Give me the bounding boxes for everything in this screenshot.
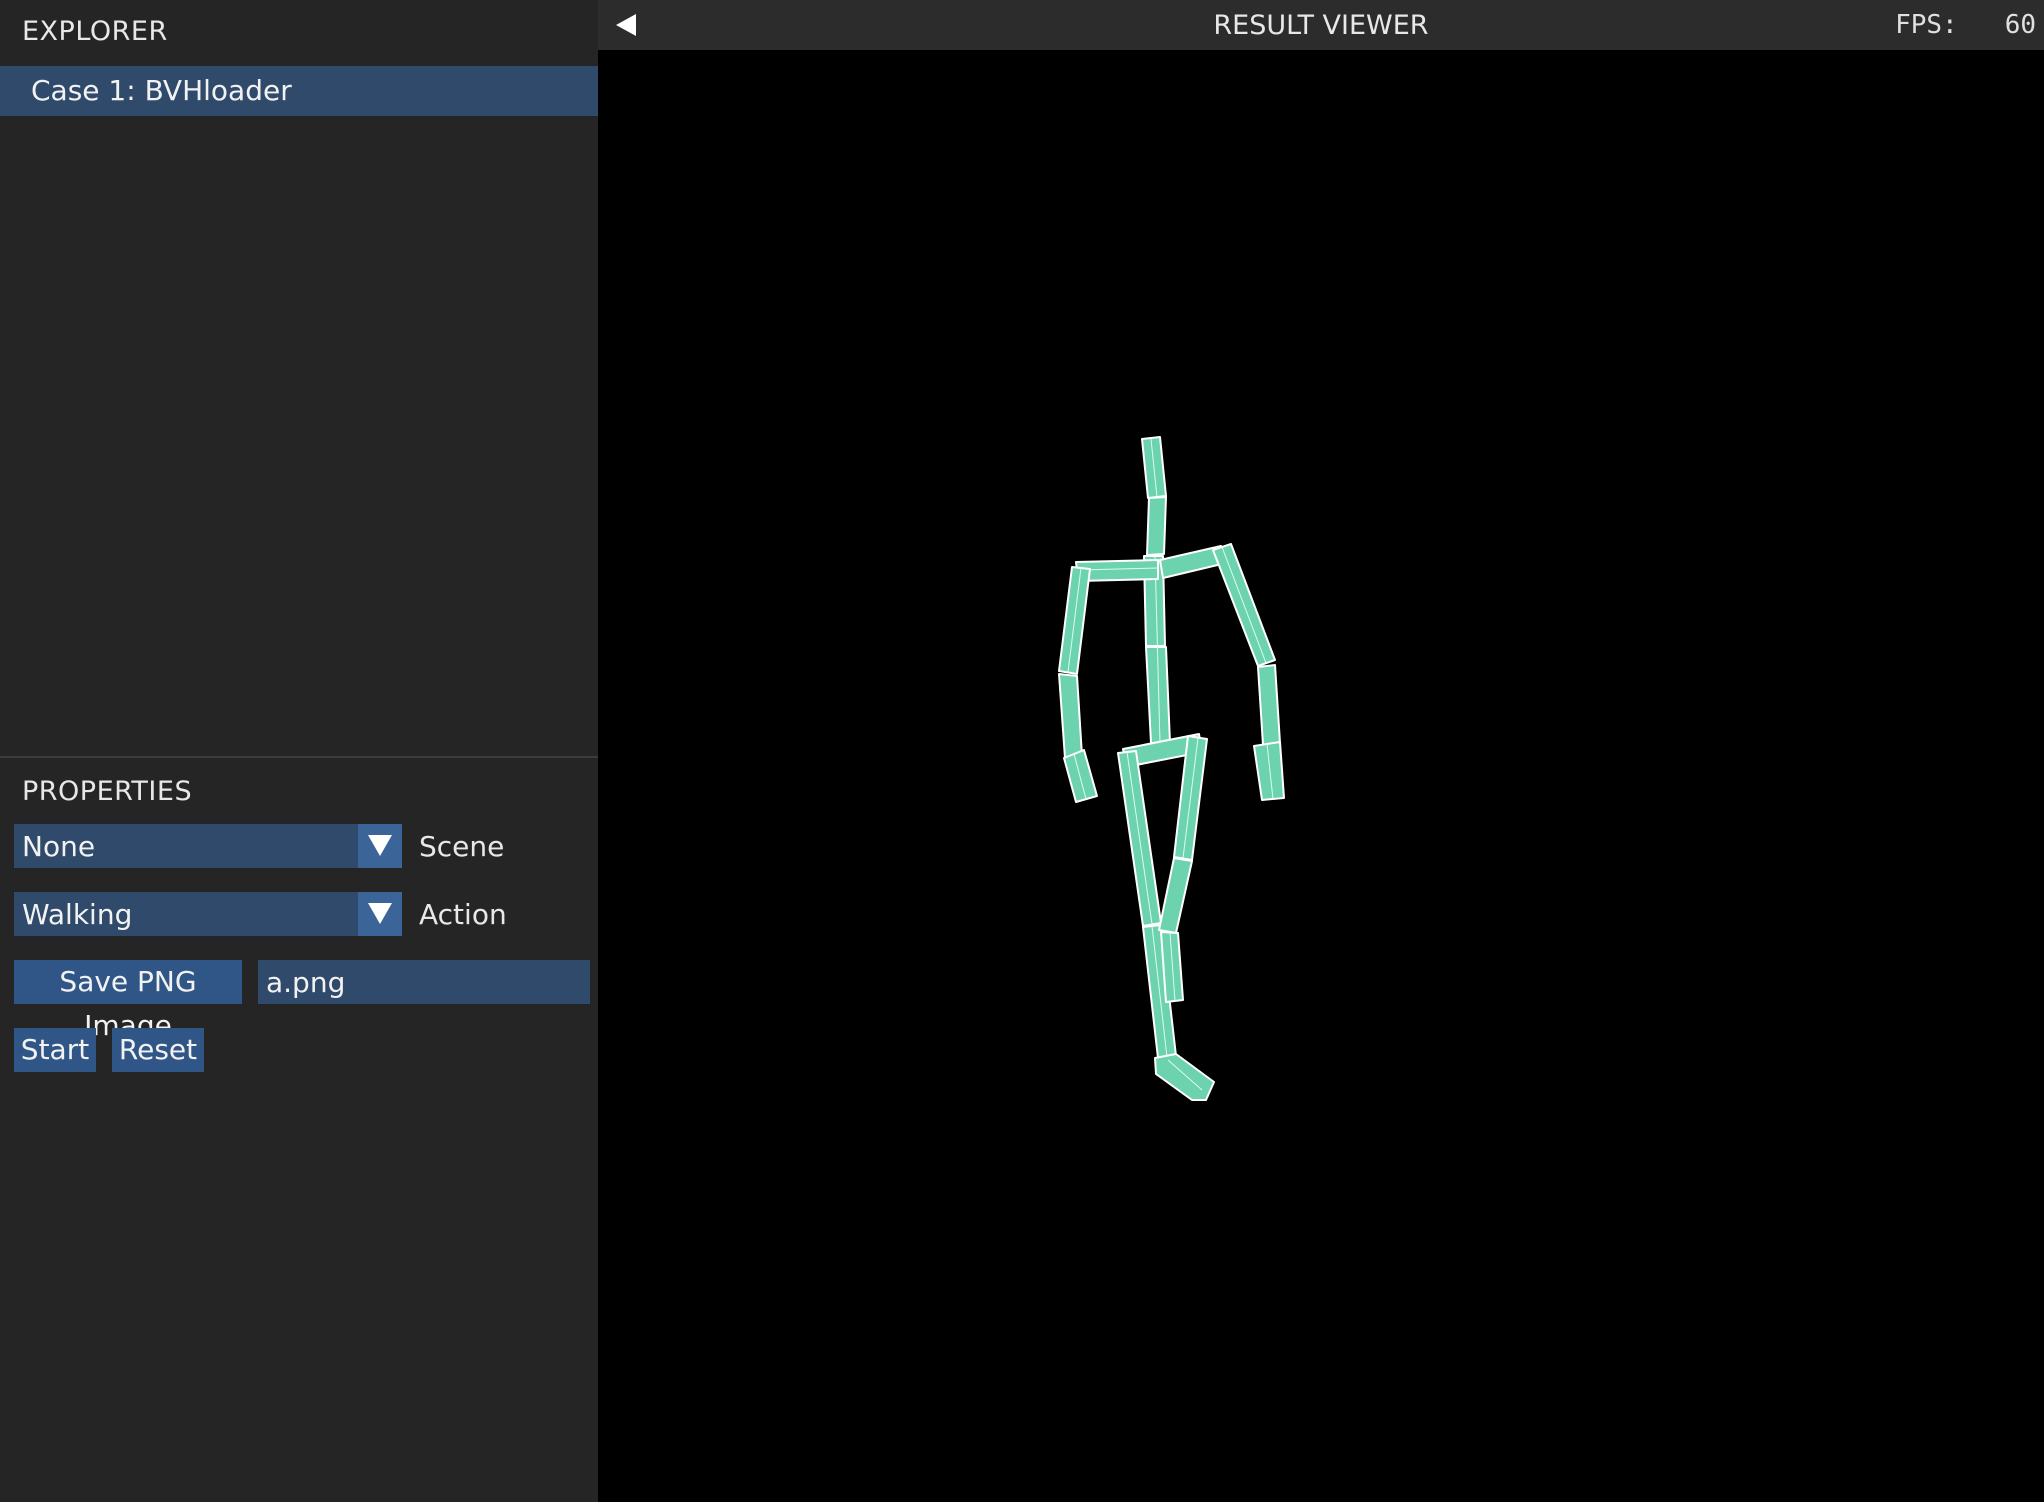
bone-hand-right	[1253, 741, 1285, 801]
triangle-down-icon	[368, 835, 392, 856]
action-dropdown[interactable]: Walking	[14, 892, 402, 936]
viewer-header: RESULT VIEWER FPS: 60	[598, 0, 2044, 50]
explorer-item-case-1[interactable]: Case 1: BVHloader	[0, 66, 598, 116]
viewer-title: RESULT VIEWER	[1213, 10, 1429, 41]
bone-foot-left	[1154, 1053, 1215, 1101]
collapse-panel-button[interactable]	[614, 12, 638, 38]
reset-button[interactable]: Reset	[112, 1028, 204, 1072]
triangle-left-icon	[616, 14, 636, 36]
filename-input[interactable]	[258, 960, 590, 1004]
explorer-item-label: Case 1: BVHloader	[31, 74, 292, 107]
fps-label: FPS:	[1895, 10, 1958, 40]
action-dropdown-value: Walking	[22, 898, 133, 931]
panel-divider[interactable]	[0, 756, 598, 758]
left-panel: EXPLORER Case 1: BVHloader PROPERTIES No…	[0, 0, 598, 1502]
fps-value: 60	[2004, 10, 2036, 40]
bone-forearm-left	[1058, 673, 1083, 759]
scene-dropdown-toggle[interactable]	[358, 824, 402, 868]
properties-title: PROPERTIES	[22, 776, 193, 807]
bone-neck	[1146, 496, 1167, 556]
skeleton-figure	[1058, 436, 1285, 1101]
scene-dropdown[interactable]: None	[14, 824, 402, 868]
bone-forearm-right	[1257, 664, 1281, 746]
scene-label: Scene	[419, 830, 505, 863]
bone-shin-right	[1158, 857, 1193, 934]
action-dropdown-toggle[interactable]	[358, 892, 402, 936]
explorer-title: EXPLORER	[22, 16, 168, 47]
start-button[interactable]: Start	[14, 1028, 96, 1072]
triangle-down-icon	[368, 903, 392, 924]
scene-dropdown-value: None	[22, 830, 96, 863]
result-viewport[interactable]	[598, 50, 2044, 1502]
save-png-button[interactable]: Save PNG Image	[14, 960, 242, 1042]
action-label: Action	[419, 898, 507, 931]
bone-hand-left	[1063, 749, 1098, 803]
fps-readout: FPS: 60	[1895, 10, 2036, 40]
